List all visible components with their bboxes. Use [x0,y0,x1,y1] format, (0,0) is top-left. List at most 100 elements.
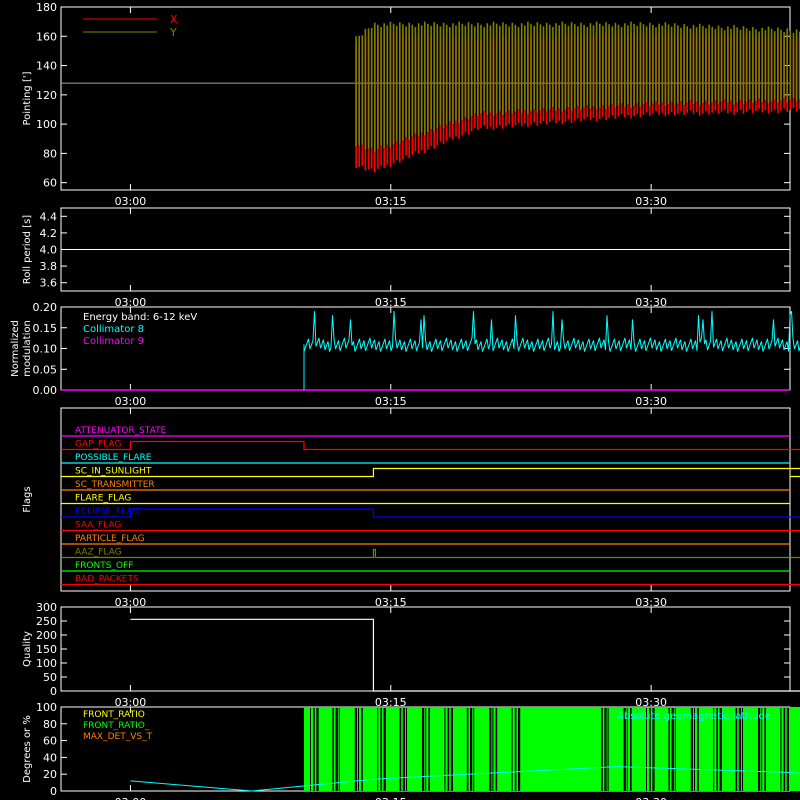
quality-ytick-label: 300 [36,601,57,614]
modulation-xtick-label: 03:30 [635,395,667,408]
flags-ylabel: Flags [22,486,33,512]
ratios-gap [358,708,359,791]
roll-ytick-label: 4.0 [40,244,58,257]
pointing-ylabel: Pointing ['] [22,71,33,125]
roll-ytick-label: 4.2 [40,227,58,240]
ratios-gap [470,708,473,791]
pointing-legend-label: X [170,13,178,26]
pointing-ytick-label: 140 [36,60,57,73]
ratios-gap [466,708,469,791]
quality-ytick-label: 250 [36,615,57,628]
modulation-ytick-label: 0.00 [33,384,58,397]
ratios-gap [332,708,334,791]
modulation-ytick-label: 0.10 [33,343,58,356]
ratios-gap [428,708,430,791]
pointing-ytick-label: 100 [36,118,57,131]
modulation-ylabel-line1: Normalized [10,320,21,377]
ratios-legend-label: Absolute geomagnetic latitude [617,711,771,722]
modulation-annotation: Energy band: 6-12 keV [83,312,197,323]
modulation-annotation: Collimator 9 [83,336,144,347]
ratios-ytick-label: 0 [50,785,57,798]
ratios-ytick-label: 60 [43,735,57,748]
modulation-xtick-label: 03:15 [375,395,407,408]
ratios-legend-label: FRONT_RATIO_ [83,721,150,731]
rhessi-quicklook-chart: 03:0003:1503:3003:4504:0004:1504:30Point… [0,0,800,800]
ratios-gap [444,708,446,791]
flag-label: SC_IN_SUNLIGHT [75,467,152,477]
ratios-gap [780,708,782,791]
ratios-gap [399,708,402,791]
flag-label: ECLIPSE_FLAG [75,507,139,517]
ratios-ylabel: Degrees or % [22,715,33,783]
quality-ytick-label: 0 [50,685,57,698]
modulation-ytick-label: 0.15 [33,322,58,335]
ratios-gap [495,708,498,791]
modulation-ylabel: modulation [22,320,33,377]
ratios-gap [511,708,513,791]
pointing-ytick-label: 80 [43,147,57,160]
roll-ytick-label: 3.6 [40,277,58,290]
flag-label: POSSIBLE_FLARE [75,453,152,463]
flag-label: AAZ_FLAG [75,548,122,558]
ratios-ytick-label: 20 [43,768,57,781]
ratios-gap [607,708,609,791]
roll-ylabel: Roll period [s] [22,215,33,284]
ratios-gap [604,708,607,791]
modulation-ytick-label: 0.20 [33,301,58,314]
modulation-annotation: Collimator 8 [83,324,144,335]
ratios-gap [786,708,789,791]
ratios-gap [514,708,517,791]
ratios-gap [406,708,407,791]
flag-label: FRONTS_OFF [75,561,133,571]
ratios-gap [492,708,494,791]
ratios-gap [313,708,315,791]
ratios-legend-label: MAX_DET_VS_T [83,732,153,742]
ratios-gap [354,708,357,791]
ratios-legend-label: FRONT_RATIO [83,710,145,720]
ratios-gap [310,708,311,791]
ratios-ytick-label: 80 [43,718,57,731]
pointing-xtick-label: 03:00 [115,195,147,208]
flag-label: BAD_PACKETS [75,575,139,585]
ratios-gap [447,708,450,791]
ratios-gap [489,708,492,791]
pointing-legend-label: Y [169,26,177,39]
ratios-xtick-label: 03:00 [115,796,147,800]
ratios-gap [473,708,475,791]
ratios-xtick-label: 03:30 [635,796,667,800]
roll-ytick-label: 3.8 [40,260,58,273]
ratios-ytick-label: 100 [36,701,57,714]
ratios-ytick-label: 40 [43,751,57,764]
quality-ytick-label: 50 [43,671,57,684]
flag-label: SAA_FLAG [75,521,121,531]
ratios-gap [450,708,453,791]
flag-label: SC_TRANSMITTER [75,480,155,490]
ratios-gap [425,708,427,791]
ratios-gap [783,708,786,791]
ratios-gap [601,708,603,791]
ratios-gap [335,708,338,791]
ratios-gap [338,708,340,791]
quality-ylabel: Quality [22,631,33,667]
modulation-ytick-label: 0.05 [33,363,58,376]
ratios-xtick-label: 03:15 [375,796,407,800]
pointing-ytick-label: 120 [36,89,57,102]
pointing-xtick-label: 03:15 [375,195,407,208]
pointing-ytick-label: 60 [43,177,57,190]
pointing-ytick-label: 180 [36,1,57,14]
pointing-xtick-label: 03:30 [635,195,667,208]
roll-ytick-label: 4.4 [40,210,58,223]
quality-ytick-label: 150 [36,643,57,656]
ratios-gap [422,708,425,791]
quality-ytick-label: 200 [36,629,57,642]
pointing-ytick-label: 160 [36,30,57,43]
ratios-gap [518,708,521,791]
flag-label: PARTICLE_FLAG [75,534,145,544]
ratios-gap [402,708,405,791]
ratios-gap [361,708,363,791]
flag-label: GAP_FLAG [75,440,121,450]
quality-ytick-label: 100 [36,657,57,670]
flag-label: FLARE_FLAG [75,494,131,504]
flag-label: ATTENUATOR_STATE [75,426,167,436]
modulation-xtick-label: 03:00 [115,395,147,408]
